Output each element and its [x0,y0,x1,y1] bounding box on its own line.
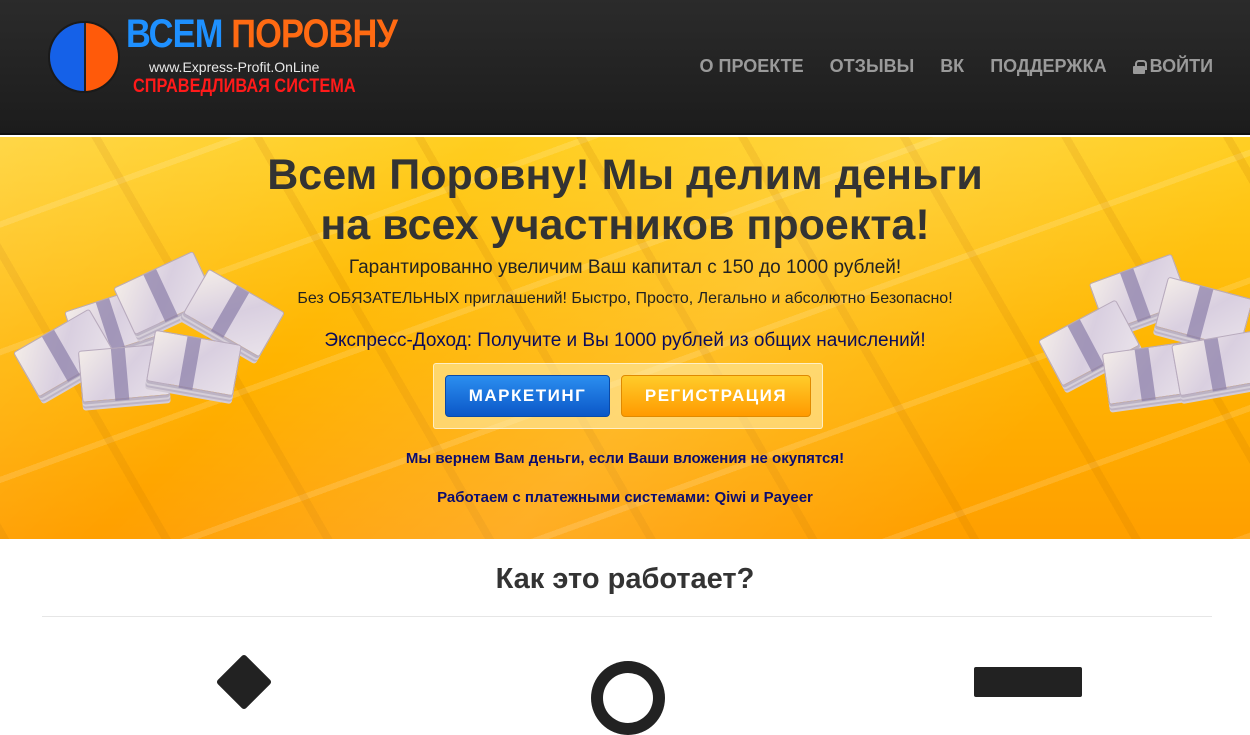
nav-vk-label: ВК [940,56,965,76]
lock-icon [1132,60,1147,74]
nav-reviews[interactable]: ОТЗЫВЫ [830,56,915,77]
marketing-button[interactable]: МАРКЕТИНГ [445,375,610,417]
hero-refund-text: Мы вернем Вам деньги, если Ваши вложения… [405,450,845,467]
hero-button-group: МАРКЕТИНГ РЕГИСТРАЦИЯ [433,363,823,429]
hero-small-text: Без ОБЯЗАТЕЛЬНЫХ приглашений! Быстро, Пр… [297,290,953,307]
hero-title-line1: Всем Поровну! Мы делим деньги [267,151,983,199]
logo-title-part1: ВСЕМ [126,12,223,56]
money-icon [591,661,665,735]
nav-about-label: О ПРОЕКТЕ [699,56,804,76]
nav-vk[interactable]: ВК [940,56,964,77]
hero-title-line2: на всех участников проекта! [320,201,930,249]
nav-login-label: ВОЙТИ [1149,56,1213,76]
navbar: ВСЕМ ПОРОВНУ www.Express-Profit.OnLine С… [0,0,1250,135]
register-button[interactable]: РЕГИСТРАЦИЯ [621,375,811,417]
main-nav: О ПРОЕКТЕ ОТЗЫВЫ ВК ПОДДЕРЖКА ВОЙТИ [700,56,1213,77]
hero-express-text: Экспресс-Доход: Получите и Вы 1000 рубле… [324,330,926,351]
hero-subtitle: Гарантированно увеличим Ваш капитал с 15… [348,257,902,278]
hero-banner: Всем Поровну! Мы делим деньги на всех уч… [0,137,1250,539]
logo-tagline: СПРАВЕДЛИВАЯ СИСТЕМА [133,76,356,97]
nav-support[interactable]: ПОДДЕРЖКА [990,56,1106,77]
logo-url: www.Express-Profit.OnLine [149,59,320,75]
site-logo[interactable]: ВСЕМ ПОРОВНУ www.Express-Profit.OnLine С… [46,12,398,104]
nav-login[interactable]: ВОЙТИ [1132,56,1213,77]
section-divider [42,616,1212,617]
how-it-works-title: Как это работает? [495,563,755,595]
hero-title: Всем Поровну! Мы делим деньги на всех уч… [0,150,1250,250]
home-icon [215,653,273,711]
nav-reviews-label: ОТЗЫВЫ [829,56,915,76]
monitor-icon [974,667,1082,697]
logo-title-part2: ПОРОВНУ [231,12,398,56]
nav-support-label: ПОДДЕРЖКА [990,56,1107,76]
logo-title: ВСЕМ ПОРОВНУ [126,12,398,57]
logo-circle-icon [48,21,120,93]
hero-payments-text: Работаем с платежными системами: Qiwi и … [437,489,813,506]
nav-about[interactable]: О ПРОЕКТЕ [700,56,804,77]
